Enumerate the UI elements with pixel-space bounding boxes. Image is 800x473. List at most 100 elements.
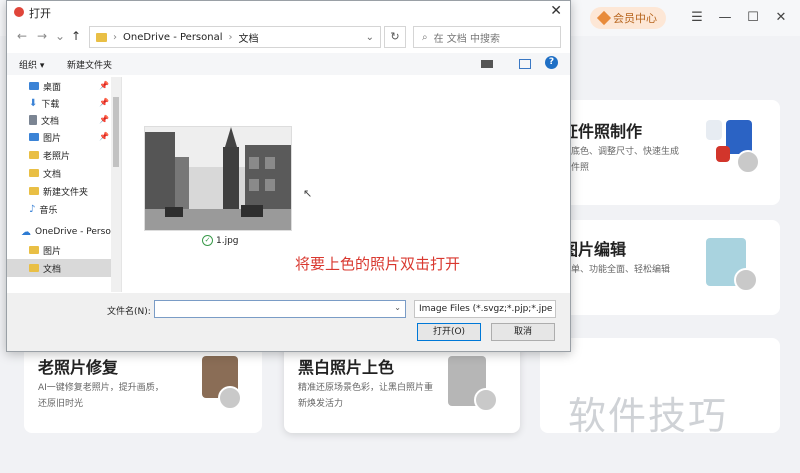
folder-icon [29,169,39,177]
open-button[interactable]: 打开(O) [417,323,481,341]
cursor-icon: ↖ [303,187,313,200]
sidebar-label: 图片 [43,246,62,257]
toolbar: 组织 ▾ 新建文件夹 ? [7,53,570,75]
sync-check-icon: ✓ [202,235,213,246]
sidebar-label: 新建文件夹 [43,187,89,198]
card-desc: 精准还原场景色彩，让黑白照片重新焕发活力 [298,383,434,409]
sidebar-label: 桌面 [43,82,62,93]
preview-pane-icon[interactable] [519,59,531,69]
sidebar-scrollbar[interactable] [111,77,121,292]
document-icon [29,115,37,125]
folder-icon [29,246,39,254]
sidebar-item-onedrive-pictures[interactable]: 图片 [29,241,61,259]
chevron-right-icon: › [113,31,117,43]
badge-icon [734,268,758,292]
sidebar-item-onedrive[interactable]: ☁ OneDrive - Perso [21,223,111,241]
file-thumbnail[interactable] [144,126,292,231]
sidebar-item-documents[interactable]: 文档 [29,111,59,129]
sidebar-item-music[interactable]: ♪ 音乐 [29,200,57,218]
file-name: 1.jpg [216,235,239,246]
sidebar-label: 文档 [43,169,62,180]
sidebar-item-old-photos[interactable]: 老照片 [29,146,70,164]
filetype-select[interactable]: Image Files (*.svgz;*.pjp;*.jpe [414,300,556,318]
app-icon [14,7,24,17]
folder-icon [29,264,39,272]
card-title: 老照片修复 [38,358,119,377]
new-folder-button[interactable]: 新建文件夹 [67,58,112,71]
forward-icon[interactable]: → [37,29,47,43]
chevron-down-icon[interactable]: ⌄ [366,32,374,43]
cancel-button[interactable]: 取消 [491,323,555,341]
sidebar-label: 老照片 [43,151,71,162]
maximize-icon[interactable]: ☐ [744,9,762,27]
search-icon: ⌕ [422,31,428,43]
filename-label: 文件名(N): [107,307,151,317]
sidebar-label: OneDrive - Perso [35,227,111,237]
close-app-icon[interactable]: ✕ [772,9,790,27]
colorize-card[interactable]: 黑白照片上色 精准还原场景色彩，让黑白照片重新焕发活力 [284,338,520,433]
breadcrumb-onedrive[interactable]: OneDrive - Personal [123,32,223,43]
vip-center-button[interactable]: 会员中心 [590,7,666,29]
id-photo-card[interactable]: 证件照制作 换底色、调整尺寸、快速生成证件照 [540,100,780,205]
chevron-right-icon: › [228,31,233,43]
filename-input[interactable]: ⌄ [154,300,406,318]
desktop-icon [29,82,39,90]
sidebar-item-downloads[interactable]: ⬇ 下载 [29,94,59,112]
sidebar-item-pictures[interactable]: 图片 [29,128,61,146]
up-icon[interactable]: ↑ [71,29,81,43]
scrollbar-thumb[interactable] [113,97,119,167]
badge-icon [218,386,242,410]
navigation-bar: ← → ⌄ ↑ › OneDrive - Personal › 文档 ⌄ ↻ ⌕… [7,23,570,51]
folder-icon [29,151,39,159]
minimize-icon[interactable]: — [716,9,734,27]
pin-icon: 📌 [99,132,109,141]
sidebar-label: 下载 [41,99,60,110]
image-edit-card[interactable]: 图片编辑 简单、功能全面、轻松编辑 [540,220,780,315]
watermark: 软件技巧 [568,394,729,438]
street-photo [145,127,291,230]
id-photo-thumb [716,146,730,162]
diamond-icon [596,10,612,26]
search-input[interactable]: ⌕ 在 文档 中搜索 [413,26,561,48]
sidebar-item-onedrive-documents[interactable]: 文档 [7,259,111,277]
pin-icon: 📌 [99,98,109,107]
old-photo-repair-card[interactable]: 老照片修复 AI一键修复老照片，提升画质，还原旧时光 [24,338,262,433]
card-title: 图片编辑 [562,240,627,259]
card-title: 黑白照片上色 [298,358,395,377]
picture-icon [29,133,39,141]
dialog-titlebar: 打开 ✕ [7,1,570,23]
sidebar-item-desktop[interactable]: 桌面 [29,77,61,95]
sidebar-item-documents-folder[interactable]: 文档 [29,164,61,182]
cloud-icon: ☁ [21,226,31,238]
file-item-label[interactable]: ✓ 1.jpg [202,235,239,246]
sidebar-item-new-folder[interactable]: 新建文件夹 [29,182,88,200]
id-photo-thumb [706,120,722,140]
dialog-footer: 文件名(N): ⌄ Image Files (*.svgz;*.pjp;*.jp… [7,293,570,351]
sidebar-label: 文档 [43,264,62,275]
pin-icon: 📌 [99,115,109,124]
pin-icon: 📌 [99,81,109,90]
download-icon: ⬇ [29,97,38,109]
help-icon[interactable]: ? [545,56,558,69]
folder-icon [96,32,107,42]
close-icon[interactable]: ✕ [550,3,562,19]
filetype-value: Image Files (*.svgz;*.pjp;*.jpe [419,304,553,314]
menu-icon[interactable]: ☰ [688,9,706,27]
open-file-dialog: 打开 ✕ ← → ⌄ ↑ › OneDrive - Personal › 文档 … [6,0,571,352]
address-bar[interactable]: › OneDrive - Personal › 文档 ⌄ [89,26,381,48]
view-icon[interactable] [481,60,493,68]
chevron-down-icon[interactable]: ⌄ [394,303,401,312]
sidebar-label: 文档 [41,116,60,127]
badge-icon [736,150,760,174]
badge-icon [474,388,498,412]
card-desc: 换底色、调整尺寸、快速生成证件照 [562,147,680,173]
card-desc: 简单、功能全面、轻松编辑 [562,265,671,275]
annotation-text: 将要上色的照片双击打开 [295,255,461,273]
refresh-icon[interactable]: ↻ [384,26,406,48]
folder-icon [29,187,39,195]
music-icon: ♪ [29,203,36,215]
organize-button[interactable]: 组织 ▾ [19,58,44,71]
breadcrumb-documents[interactable]: 文档 [239,30,259,45]
chevron-down-icon[interactable]: ⌄ [55,29,65,43]
back-icon[interactable]: ← [17,29,27,43]
